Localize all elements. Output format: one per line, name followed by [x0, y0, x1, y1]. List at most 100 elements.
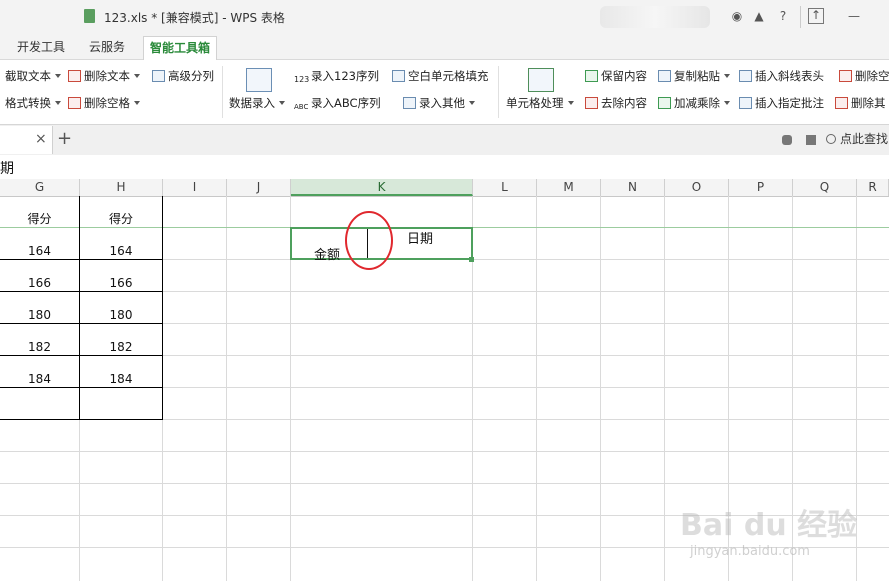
insert-diagonal-label: 插入斜线表头: [755, 69, 824, 83]
watermark-url: jingyan.baidu.com: [690, 544, 810, 559]
copy-paste-icon: [658, 70, 671, 82]
shirt-icon[interactable]: ▲: [750, 8, 768, 24]
blank-cell-fill-button[interactable]: 空白单元格填充: [392, 67, 489, 85]
data-entry-icon[interactable]: [246, 68, 272, 92]
column-header-r[interactable]: R: [857, 179, 889, 196]
table-cell[interactable]: 166: [80, 268, 162, 298]
dropdown-arrow-icon: [55, 74, 61, 78]
tab-developer-tools[interactable]: 开发工具: [11, 36, 71, 59]
table-cell[interactable]: [80, 389, 162, 419]
column-header-o[interactable]: O: [665, 179, 729, 196]
grid-fill-icon: [392, 70, 405, 82]
close-tab-icon[interactable]: ×: [35, 131, 47, 147]
grid-line: [664, 196, 665, 581]
column-header-p[interactable]: P: [729, 179, 793, 196]
ribbon-separator: [222, 66, 223, 118]
delete-empty-button[interactable]: 删除空: [839, 67, 889, 85]
cell-processing-button[interactable]: 单元格处理: [506, 94, 574, 112]
skin-icon[interactable]: ◉: [728, 8, 746, 24]
format-convert-button[interactable]: 格式转换: [5, 94, 61, 112]
column-header-m[interactable]: M: [537, 179, 601, 196]
column-header-h[interactable]: H: [80, 179, 163, 196]
format-convert-label: 格式转换: [5, 96, 51, 110]
cell-processing-icon[interactable]: [528, 68, 554, 92]
search-icon: [826, 134, 836, 144]
enter-123-label: 录入123序列: [311, 69, 379, 83]
annotation-circle: [345, 211, 393, 270]
fill-handle[interactable]: [469, 257, 474, 262]
window-divider: [800, 6, 801, 28]
dropdown-arrow-icon: [724, 101, 730, 105]
table-cell[interactable]: 180: [80, 300, 162, 330]
ribbon-separator: [498, 66, 499, 118]
flag-icon[interactable]: [806, 135, 816, 145]
add-sub-mul-div-button[interactable]: 加减乘除: [658, 94, 730, 112]
comment-icon: [739, 97, 752, 109]
keep-content-icon: [585, 70, 598, 82]
delete-text-label: 删除文本: [84, 69, 130, 83]
enter-123-sequence-button[interactable]: 123 录入123序列: [294, 67, 379, 85]
delete-other-button[interactable]: 删除其: [835, 94, 886, 112]
blank-fill-label: 空白单元格填充: [408, 69, 489, 83]
dropdown-arrow-icon: [469, 101, 475, 105]
copy-paste-button[interactable]: 复制粘贴: [658, 67, 730, 85]
table-header-cell[interactable]: 得分: [0, 204, 79, 234]
column-header-l[interactable]: L: [473, 179, 537, 196]
column-header-g[interactable]: G: [0, 179, 80, 196]
delete-spaces-icon: [68, 97, 81, 109]
table-cell[interactable]: 164: [0, 236, 79, 266]
grid-line: [226, 196, 227, 581]
tool-icon[interactable]: [782, 135, 792, 145]
table-cell[interactable]: 182: [80, 332, 162, 362]
tab-smart-toolbox[interactable]: 智能工具箱: [143, 36, 218, 61]
table-cell[interactable]: 166: [0, 268, 79, 298]
remove-content-label: 去除内容: [601, 96, 647, 110]
column-header-j[interactable]: J: [227, 179, 291, 196]
delete-text-button[interactable]: 删除文本: [68, 67, 140, 85]
table-header-cell[interactable]: 得分: [80, 204, 162, 234]
remove-content-button[interactable]: 去除内容: [585, 94, 647, 112]
insert-comment-label: 插入指定批注: [755, 96, 824, 110]
column-header-k[interactable]: K: [291, 179, 473, 196]
watermark-logo: Bai du 经验: [680, 508, 858, 543]
enter-abc-sequence-button[interactable]: ABC 录入ABC序列: [294, 94, 381, 112]
keep-content-button[interactable]: 保留内容: [585, 67, 647, 85]
enter-other-button[interactable]: 录入其他: [403, 94, 475, 112]
table-cell[interactable]: 164: [80, 236, 162, 266]
copy-paste-label: 复制粘贴: [674, 69, 720, 83]
dropdown-arrow-icon: [567, 101, 574, 105]
column-header-q[interactable]: Q: [793, 179, 857, 196]
blurred-user-area: [600, 6, 710, 28]
delete-empty-label: 删除空: [855, 69, 889, 83]
grid-line: [536, 196, 537, 581]
column-header-i[interactable]: I: [163, 179, 227, 196]
diagonal-header-icon: [739, 70, 752, 82]
formula-bar[interactable]: [0, 155, 889, 180]
advanced-split-button[interactable]: 高级分列: [152, 67, 214, 85]
help-button[interactable]: ?: [774, 8, 792, 24]
minimize-button[interactable]: —: [845, 8, 863, 24]
delete-empty-icon: [839, 70, 852, 82]
delete-other-icon: [835, 97, 848, 109]
advanced-split-label: 高级分列: [168, 69, 214, 83]
table-cell[interactable]: 182: [0, 332, 79, 362]
table-cell[interactable]: 180: [0, 300, 79, 330]
formula-content[interactable]: 期: [0, 158, 14, 178]
search-area[interactable]: 点此查找: [826, 130, 888, 147]
insert-diagonal-header-button[interactable]: 插入斜线表头: [739, 67, 824, 85]
column-header-n[interactable]: N: [601, 179, 665, 196]
upload-icon[interactable]: ↑: [808, 8, 824, 24]
delete-spaces-button[interactable]: 删除空格: [68, 94, 140, 112]
delete-text-icon: [68, 70, 81, 82]
remove-content-icon: [585, 97, 598, 109]
cell-processing-label: 单元格处理: [506, 96, 564, 110]
ribbon-tab-row: [0, 33, 889, 60]
grid-line: [0, 451, 889, 452]
sequence-abc-icon: ABC: [294, 103, 309, 111]
add-tab-button[interactable]: +: [57, 128, 72, 149]
insert-specified-comment-button[interactable]: 插入指定批注: [739, 94, 824, 112]
extract-text-button[interactable]: 截取文本: [5, 67, 61, 85]
tab-cloud-services[interactable]: 云服务: [83, 36, 131, 59]
table-cell[interactable]: [0, 389, 79, 419]
data-entry-button[interactable]: 数据录入: [229, 94, 285, 112]
